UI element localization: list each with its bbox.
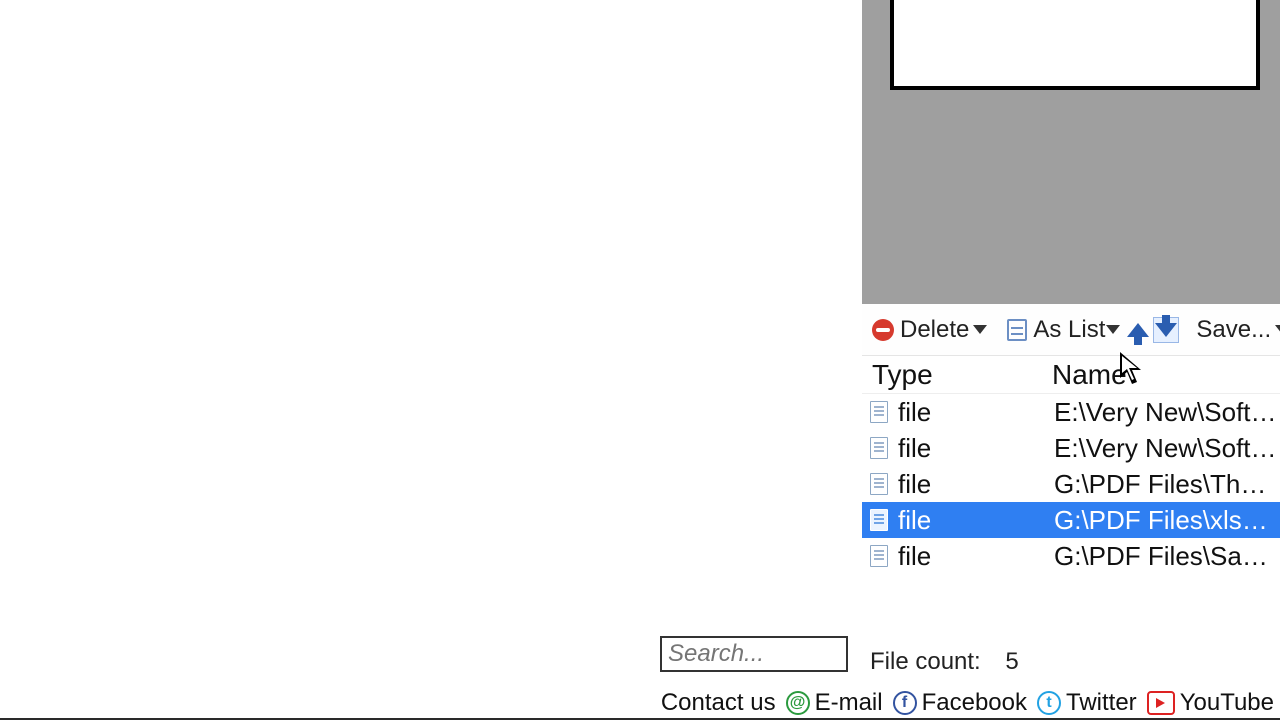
search-input[interactable] bbox=[660, 636, 848, 672]
table-row[interactable]: file G:\PDF Files\The-Pr... bbox=[862, 466, 1280, 502]
delete-label: Delete bbox=[900, 316, 969, 344]
view-mode-label: As List bbox=[1033, 316, 1105, 344]
file-icon bbox=[870, 545, 888, 567]
cell-name: G:\PDF Files\Sampl... bbox=[1052, 541, 1280, 572]
cell-type: file bbox=[862, 505, 1052, 536]
column-header-name[interactable]: Name bbox=[1052, 359, 1280, 391]
save-label: Save... bbox=[1196, 316, 1271, 344]
email-icon: @ bbox=[786, 691, 810, 715]
file-list: file E:\Very New\Softw... file E:\Very New\… bbox=[862, 394, 1280, 574]
table-header: Type Name bbox=[862, 356, 1280, 394]
cell-name: E:\Very New\Softw... bbox=[1052, 433, 1280, 464]
facebook-icon: f bbox=[893, 691, 917, 715]
cell-name: E:\Very New\Softw... bbox=[1052, 397, 1280, 428]
type-text: file bbox=[898, 397, 931, 428]
status-value: 5 bbox=[1005, 648, 1018, 675]
cell-name: G:\PDF Files\The-Pr... bbox=[1052, 469, 1280, 500]
twitter-label: Twitter bbox=[1066, 689, 1137, 717]
facebook-label: Facebook bbox=[922, 689, 1027, 717]
file-icon bbox=[870, 401, 888, 423]
twitter-link[interactable]: t Twitter bbox=[1037, 689, 1137, 717]
cell-type: file bbox=[862, 541, 1052, 572]
cell-type: file bbox=[862, 469, 1052, 500]
delete-icon bbox=[872, 319, 894, 341]
list-icon bbox=[1007, 319, 1027, 341]
file-icon bbox=[870, 437, 888, 459]
twitter-icon: t bbox=[1037, 691, 1061, 715]
email-link[interactable]: @ E-mail bbox=[786, 689, 883, 717]
facebook-link[interactable]: f Facebook bbox=[893, 689, 1027, 717]
preview-panel bbox=[862, 0, 1280, 304]
arrow-down-icon bbox=[1155, 323, 1177, 337]
youtube-icon bbox=[1147, 691, 1175, 715]
type-text: file bbox=[898, 433, 931, 464]
type-text: file bbox=[898, 505, 931, 536]
delete-button[interactable]: Delete bbox=[868, 312, 991, 348]
chevron-down-icon bbox=[1106, 325, 1120, 334]
file-list-toolbar: Delete As List Save... Load. bbox=[862, 304, 1280, 356]
table-row[interactable]: file G:\PDF Files\xlsde... bbox=[862, 502, 1280, 538]
youtube-link[interactable]: YouTube bbox=[1147, 689, 1274, 717]
column-header-type[interactable]: Type bbox=[862, 359, 1052, 391]
type-text: file bbox=[898, 541, 931, 572]
table-row[interactable]: file G:\PDF Files\Sampl... bbox=[862, 538, 1280, 574]
chevron-down-icon bbox=[1275, 325, 1280, 334]
status-label: File count: bbox=[870, 648, 981, 675]
footer: Contact us @ E-mail f Facebook t Twitter… bbox=[0, 688, 1280, 720]
status-bar: File count: 5 bbox=[862, 648, 1280, 676]
move-up-button[interactable] bbox=[1125, 317, 1151, 343]
table-row[interactable]: file E:\Very New\Softw... bbox=[862, 394, 1280, 430]
table-row[interactable]: file E:\Very New\Softw... bbox=[862, 430, 1280, 466]
email-label: E-mail bbox=[815, 689, 883, 717]
move-down-button[interactable] bbox=[1153, 317, 1179, 343]
cell-type: file bbox=[862, 433, 1052, 464]
file-icon bbox=[870, 509, 888, 531]
cell-type: file bbox=[862, 397, 1052, 428]
cell-name: G:\PDF Files\xlsde... bbox=[1052, 505, 1280, 536]
type-text: file bbox=[898, 469, 931, 500]
view-mode-button[interactable]: As List bbox=[1003, 312, 1124, 348]
file-icon bbox=[870, 473, 888, 495]
youtube-label: YouTube bbox=[1180, 689, 1274, 717]
chevron-down-icon bbox=[973, 325, 987, 334]
arrow-up-icon bbox=[1127, 323, 1149, 337]
contact-us-link[interactable]: Contact us bbox=[661, 689, 776, 717]
save-button[interactable]: Save... bbox=[1192, 312, 1280, 348]
preview-document bbox=[890, 0, 1260, 90]
